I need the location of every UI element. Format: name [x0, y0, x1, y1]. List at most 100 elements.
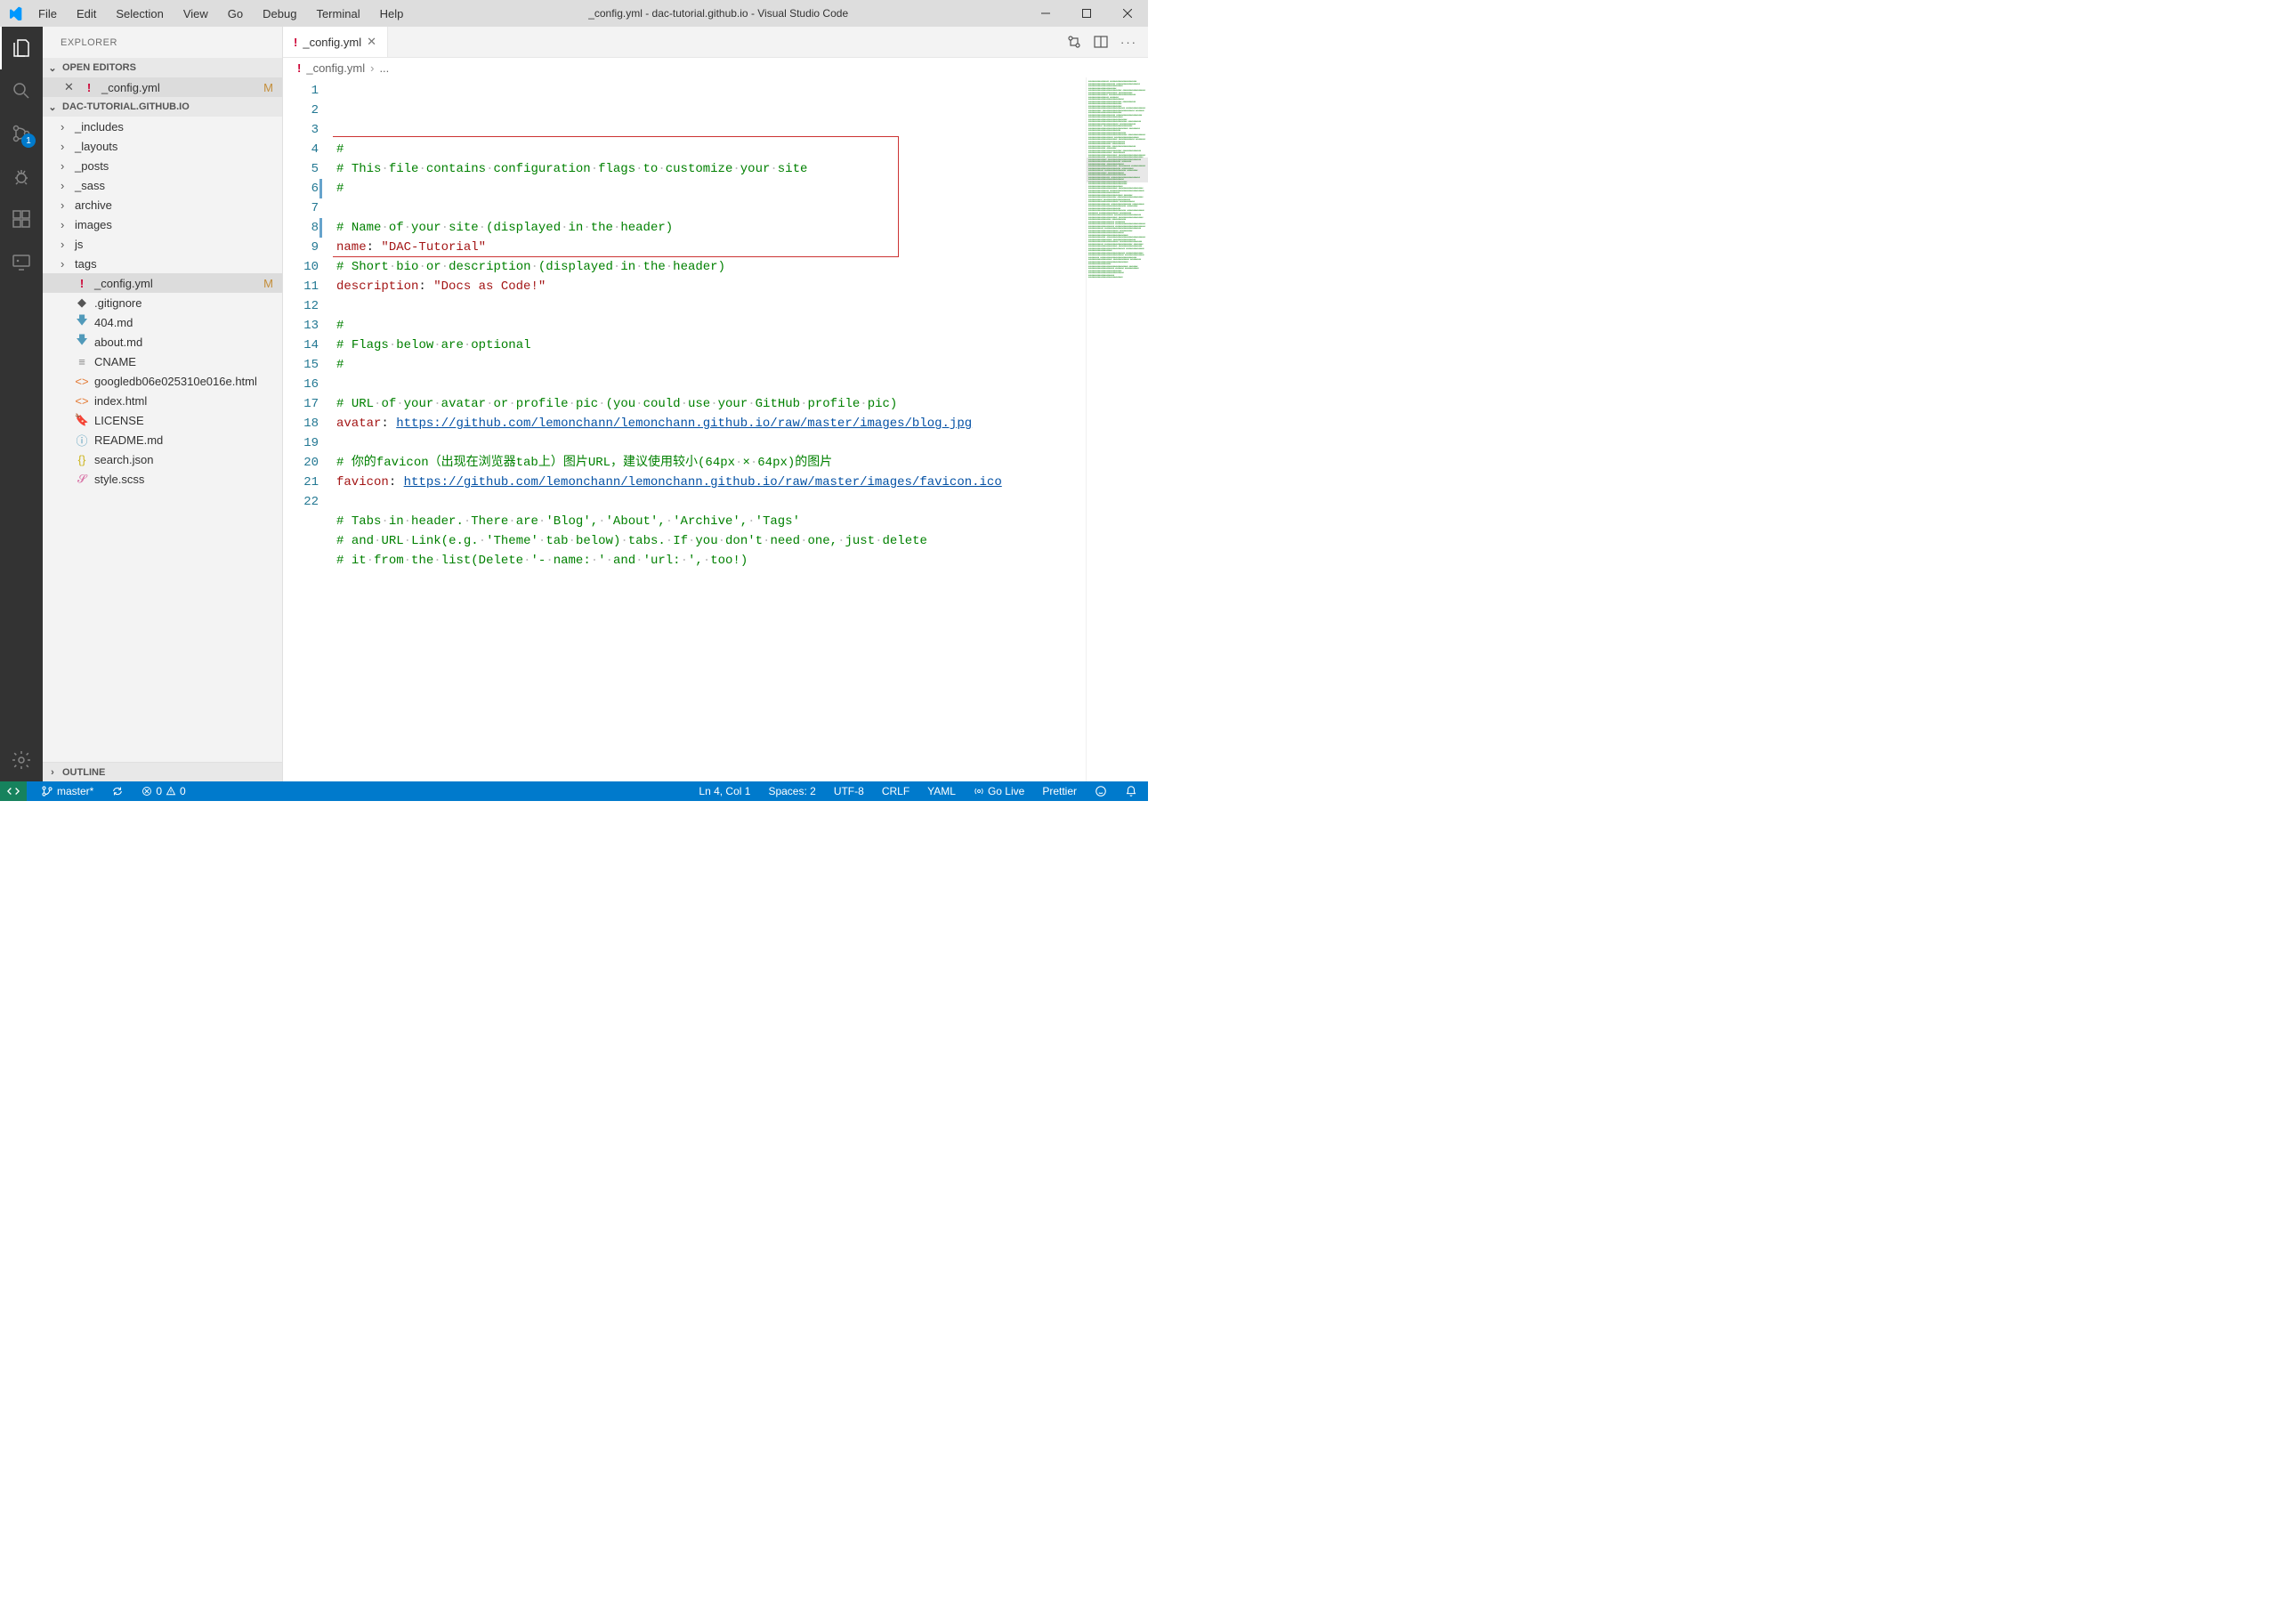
scss-icon: 𝓢 [75, 472, 89, 486]
yaml-icon: ! [297, 61, 301, 75]
file-name: _config.yml [101, 81, 160, 94]
menu-terminal[interactable]: Terminal [308, 4, 368, 24]
file-name: LICENSE [94, 414, 144, 427]
tab-label: _config.yml [303, 36, 361, 49]
folder-name: _posts [75, 159, 109, 173]
open-editor-item[interactable]: ✕!_config.ymlM [43, 77, 282, 97]
file-name: CNAME [94, 355, 136, 368]
chevron-right-icon: › [61, 198, 69, 212]
breadcrumb[interactable]: ! _config.yml › ... [283, 58, 1148, 77]
file-name: search.json [94, 453, 153, 466]
activity-extensions[interactable] [0, 198, 43, 240]
minimap-slider[interactable] [1087, 158, 1148, 182]
status-sync[interactable] [108, 785, 127, 797]
window-close-button[interactable] [1107, 0, 1148, 27]
html-icon: <> [75, 394, 89, 408]
folder-item[interactable]: › js [43, 234, 282, 254]
breadcrumb-file: _config.yml [306, 61, 365, 75]
status-indent[interactable]: Spaces: 2 [764, 785, 819, 797]
close-icon[interactable]: ✕ [64, 80, 77, 94]
open-editors-header[interactable]: ⌄ OPEN EDITORS [43, 58, 282, 77]
folder-name: js [75, 238, 83, 251]
activity-explorer[interactable] [0, 27, 43, 69]
folder-item[interactable]: › _layouts [43, 136, 282, 156]
error-count: 0 [156, 785, 162, 797]
file-item[interactable]: 🡇404.md [43, 312, 282, 332]
activity-bar: 1 [0, 27, 43, 781]
menu-help[interactable]: Help [372, 4, 412, 24]
modified-indicator: M [263, 277, 273, 290]
window-maximize-button[interactable] [1066, 0, 1107, 27]
folder-name: _sass [75, 179, 105, 192]
window-title: _config.yml - dac-tutorial.github.io - V… [411, 7, 1025, 20]
file-item[interactable]: 🡇about.md [43, 332, 282, 352]
gitignore-icon: ◆ [75, 295, 89, 310]
outline-header[interactable]: › OUTLINE [43, 762, 282, 781]
file-item[interactable]: ◆.gitignore [43, 293, 282, 312]
file-item[interactable]: {} search.json [43, 449, 282, 469]
remote-indicator[interactable] [0, 781, 27, 801]
file-item[interactable]: <> index.html [43, 391, 282, 410]
folder-item[interactable]: › archive [43, 195, 282, 214]
file-item[interactable]: ⓘREADME.md [43, 430, 282, 449]
chevron-right-icon: › [61, 140, 69, 153]
line-number-gutter[interactable]: 12345678910111213141516171819202122 [283, 77, 333, 781]
file-item[interactable]: <>googledb06e025310e016e.html [43, 371, 282, 391]
workspace-header[interactable]: ⌄ DAC-TUTORIAL.GITHUB.IO [43, 97, 282, 117]
status-feedback[interactable] [1091, 785, 1111, 797]
status-prettier[interactable]: Prettier [1039, 785, 1080, 797]
minimap[interactable]: ################### ####################… [1086, 77, 1148, 781]
chevron-right-icon: › [46, 767, 59, 778]
folder-item[interactable]: ›_posts [43, 156, 282, 175]
activity-debug[interactable] [0, 155, 43, 198]
split-editor-icon[interactable] [1094, 35, 1108, 49]
folder-name: _layouts [75, 140, 117, 153]
activity-settings[interactable] [0, 739, 43, 781]
folder-item[interactable]: › _sass [43, 175, 282, 195]
file-item[interactable]: ≡CNAME [43, 352, 282, 371]
titlebar: FileEditSelectionViewGoDebugTerminalHelp… [0, 0, 1148, 27]
chevron-down-icon: ⌄ [46, 101, 59, 113]
menu-go[interactable]: Go [220, 4, 251, 24]
menu-file[interactable]: File [30, 4, 65, 24]
menu-view[interactable]: View [175, 4, 216, 24]
status-problems[interactable]: 0 0 [138, 785, 189, 797]
folder-item[interactable]: ›images [43, 214, 282, 234]
menu-edit[interactable]: Edit [69, 4, 104, 24]
chevron-down-icon: ⌄ [46, 62, 59, 74]
activity-search[interactable] [0, 69, 43, 112]
editor-area: ! _config.yml ✕ ··· ! _config.yml › ... … [283, 27, 1148, 781]
file-item[interactable]: 𝓢style.scss [43, 469, 282, 489]
folder-item[interactable]: ›tags [43, 254, 282, 273]
md-icon: 🡇 [75, 312, 89, 332]
folder-name: archive [75, 198, 112, 212]
activity-scm[interactable]: 1 [0, 112, 43, 155]
chevron-right-icon: › [61, 238, 69, 251]
file-item[interactable]: !_config.ymlM [43, 273, 282, 293]
activity-remote[interactable] [0, 240, 43, 283]
more-icon[interactable]: ··· [1120, 36, 1137, 49]
editor-tab[interactable]: ! _config.yml ✕ [283, 27, 388, 57]
folder-item[interactable]: ›_includes [43, 117, 282, 136]
file-item[interactable]: 🔖LICENSE [43, 410, 282, 430]
file-name: index.html [94, 394, 147, 408]
status-bell[interactable] [1121, 785, 1141, 797]
menu-debug[interactable]: Debug [255, 4, 304, 24]
file-name: googledb06e025310e016e.html [94, 375, 257, 388]
status-eol[interactable]: CRLF [878, 785, 913, 797]
close-icon[interactable]: ✕ [367, 35, 376, 49]
compare-changes-icon[interactable] [1067, 35, 1081, 49]
json-icon: {} [75, 453, 89, 466]
sidebar-explorer: EXPLORER ⌄ OPEN EDITORS ✕!_config.ymlM ⌄… [43, 27, 283, 781]
status-cursor[interactable]: Ln 4, Col 1 [695, 785, 754, 797]
warning-count: 0 [180, 785, 186, 797]
status-golive[interactable]: Go Live [970, 785, 1028, 797]
chevron-right-icon: › [61, 179, 69, 192]
status-language[interactable]: YAML [924, 785, 959, 797]
chevron-right-icon: › [370, 61, 374, 75]
window-minimize-button[interactable] [1025, 0, 1066, 27]
code-editor[interactable]: # # This·file·contains·configuration·fla… [333, 77, 1086, 781]
status-encoding[interactable]: UTF-8 [830, 785, 868, 797]
status-branch[interactable]: master* [37, 785, 97, 797]
menu-selection[interactable]: Selection [108, 4, 171, 24]
